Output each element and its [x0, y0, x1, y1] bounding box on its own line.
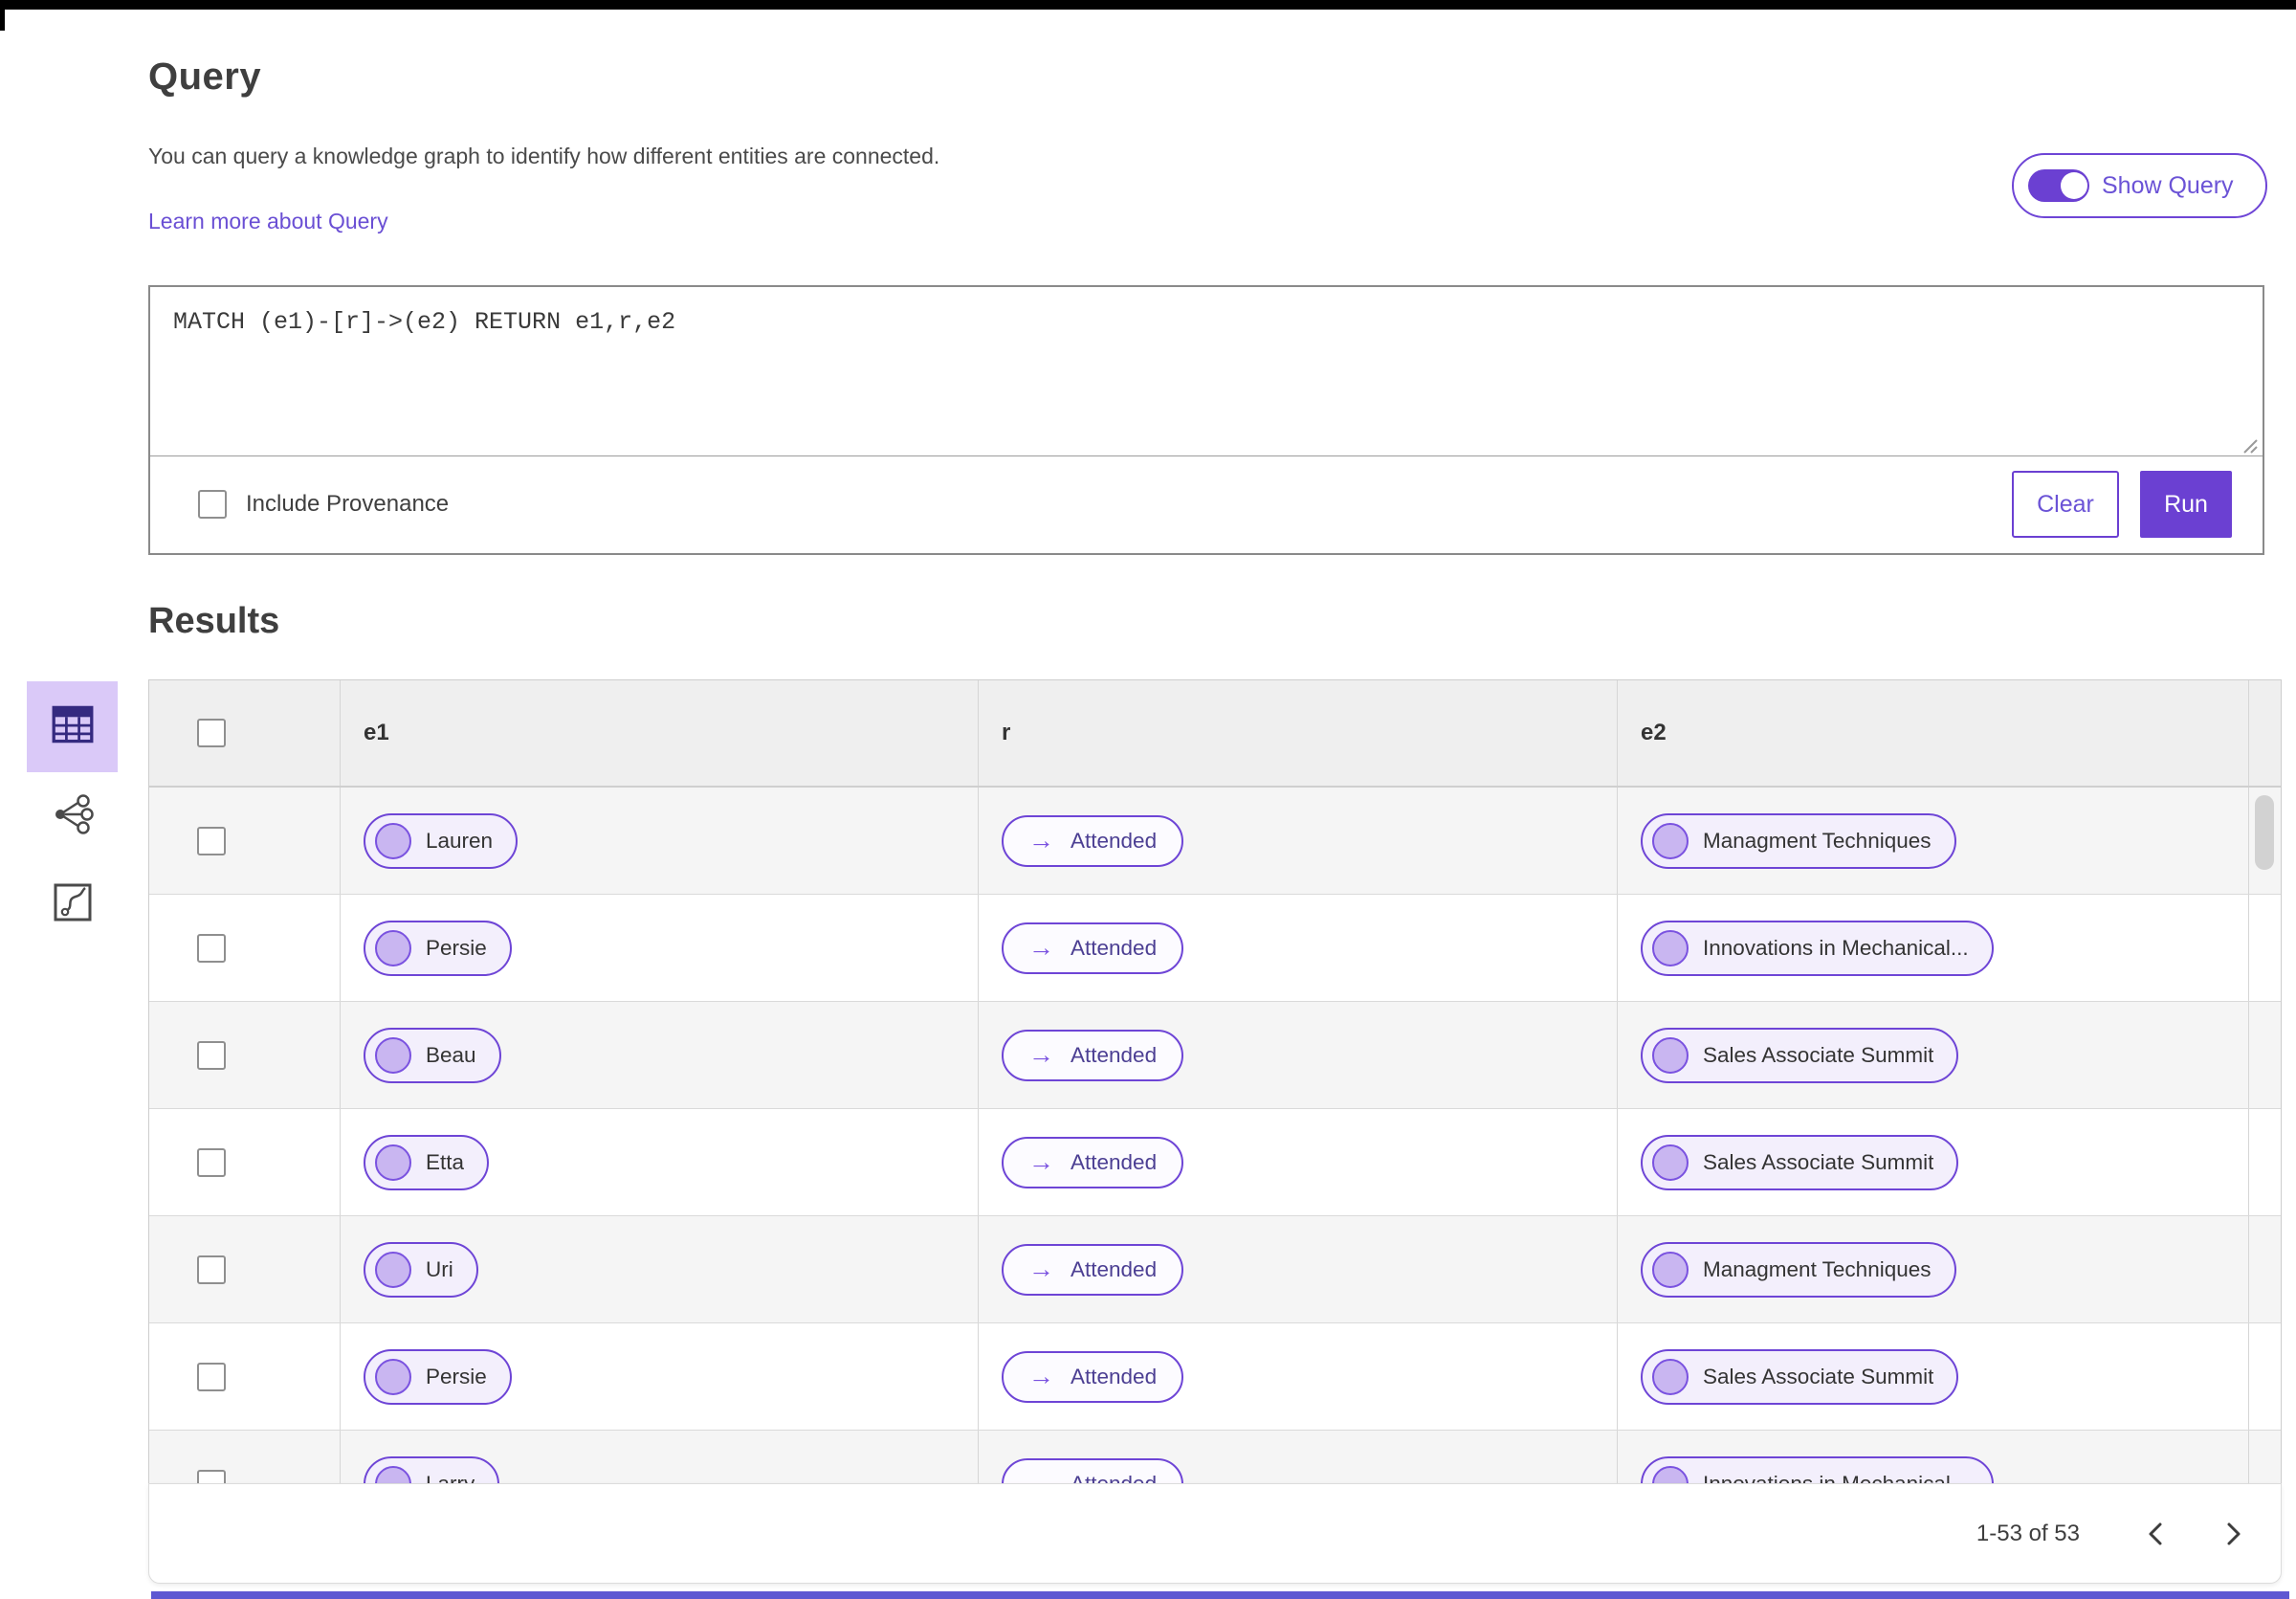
relation-pill[interactable]: → Attended — [1002, 1136, 1184, 1188]
entity-node-icon — [375, 822, 411, 859]
entity-pill-e1[interactable]: Uri — [364, 1241, 478, 1298]
graph-view-button[interactable] — [27, 772, 118, 860]
path-map-icon — [53, 882, 93, 927]
table-icon — [52, 705, 94, 748]
entity-pill-e2[interactable]: Managment Techniques — [1641, 812, 1956, 869]
relation-pill[interactable]: → Attended — [1002, 1457, 1184, 1484]
table-row: Etta → Attended Sales Associate Summit — [149, 1109, 2281, 1216]
results-title: Results — [148, 601, 280, 641]
entity-node-icon — [1652, 1465, 1689, 1483]
entity-pill-e2[interactable]: Innovations in Mechanical... — [1641, 1455, 1994, 1483]
relation-pill[interactable]: → Attended — [1002, 1350, 1184, 1403]
entity-pill-e1[interactable]: Persie — [364, 920, 512, 976]
table-row: Beau → Attended Sales Associate Summit — [149, 1002, 2281, 1109]
table-row: Larry → Attended Innovations in Mechanic… — [149, 1431, 2281, 1483]
query-panel: MATCH (e1)-[r]->(e2) RETURN e1,r,e2 Incl… — [148, 285, 2264, 555]
query-panel-footer: Include Provenance Clear Run — [150, 456, 2263, 552]
table-row: Persie → Attended Innovations in Mechani… — [149, 895, 2281, 1002]
resize-handle-icon[interactable] — [2241, 433, 2258, 454]
entity-pill-e2[interactable]: Sales Associate Summit — [1641, 1134, 1959, 1190]
relation-pill[interactable]: → Attended — [1002, 814, 1184, 867]
learn-more-link[interactable]: Learn more about Query — [148, 209, 388, 234]
path-view-button[interactable] — [27, 860, 118, 948]
entity-pill-e1[interactable]: Lauren — [364, 812, 519, 869]
entity-node-icon — [375, 1144, 411, 1181]
include-provenance-option[interactable]: Include Provenance — [198, 490, 449, 519]
show-query-label: Show Query — [2102, 171, 2234, 199]
entity-pill-e2[interactable]: Sales Associate Summit — [1641, 1027, 1959, 1083]
table-row: Lauren → Attended Managment Techniques — [149, 788, 2281, 895]
relation-pill[interactable]: → Attended — [1002, 922, 1184, 974]
query-page: Query You can query a knowledge graph to… — [0, 0, 2296, 1599]
row-checkbox[interactable] — [197, 933, 226, 963]
column-header-r[interactable]: r — [979, 680, 1618, 786]
row-checkbox[interactable] — [197, 1255, 226, 1284]
entity-pill-e2[interactable]: Innovations in Mechanical... — [1641, 920, 1994, 976]
top-black-bar — [0, 0, 2296, 10]
arrow-right-icon: → — [1028, 1469, 1054, 1484]
pagination-bar: 1-53 of 53 — [148, 1483, 2282, 1584]
vertical-scrollbar-thumb[interactable] — [2255, 795, 2274, 870]
arrow-right-icon: → — [1028, 1255, 1054, 1283]
column-header-e2[interactable]: e2 — [1618, 680, 2249, 786]
entity-pill-e1[interactable]: Etta — [364, 1134, 490, 1190]
table-view-button[interactable] — [27, 681, 118, 772]
arrow-right-icon: → — [1028, 1147, 1054, 1176]
arrow-right-icon: → — [1028, 1040, 1054, 1069]
entity-node-icon — [375, 1358, 411, 1395]
bottom-accent-strip — [151, 1591, 2289, 1599]
relation-pill[interactable]: → Attended — [1002, 1243, 1184, 1296]
table-row: Uri → Attended Managment Techniques — [149, 1216, 2281, 1323]
left-black-notch — [0, 0, 5, 31]
entity-pill-e1[interactable]: Beau — [364, 1027, 501, 1083]
query-editor[interactable]: MATCH (e1)-[r]->(e2) RETURN e1,r,e2 — [150, 287, 2263, 456]
table-body: Lauren → Attended Managment Techniques P… — [149, 788, 2281, 1483]
results-table: e1 r e2 Lauren → Attended Managment Tech… — [148, 679, 2282, 1483]
arrow-right-icon: → — [1028, 1362, 1054, 1390]
entity-node-icon — [375, 1465, 411, 1483]
page-title: Query — [148, 56, 262, 98]
entity-node-icon — [1652, 822, 1689, 859]
entity-node-icon — [1652, 929, 1689, 966]
entity-node-icon — [1652, 1036, 1689, 1074]
row-checkbox[interactable] — [197, 1362, 226, 1391]
entity-node-icon — [375, 1036, 411, 1074]
page-description: You can query a knowledge graph to ident… — [148, 144, 940, 168]
entity-node-icon — [1652, 1358, 1689, 1395]
previous-page-button[interactable] — [2135, 1514, 2175, 1554]
entity-pill-e2[interactable]: Managment Techniques — [1641, 1241, 1956, 1298]
entity-node-icon — [375, 1251, 411, 1288]
run-button[interactable]: Run — [2140, 471, 2232, 538]
arrow-right-icon: → — [1028, 933, 1054, 962]
include-provenance-checkbox[interactable] — [198, 490, 227, 519]
entity-pill-e1[interactable]: Larry — [364, 1455, 500, 1483]
relation-pill[interactable]: → Attended — [1002, 1029, 1184, 1081]
entity-node-icon — [1652, 1144, 1689, 1181]
entity-pill-e1[interactable]: Persie — [364, 1348, 512, 1405]
query-text: MATCH (e1)-[r]->(e2) RETURN e1,r,e2 — [173, 308, 676, 336]
entity-node-icon — [1652, 1251, 1689, 1288]
clear-button[interactable]: Clear — [2012, 471, 2119, 538]
entity-node-icon — [375, 929, 411, 966]
select-all-checkbox[interactable] — [197, 719, 226, 747]
row-checkbox[interactable] — [197, 1147, 226, 1177]
pagination-range-label: 1-53 of 53 — [1976, 1520, 2080, 1546]
row-checkbox[interactable] — [197, 826, 226, 855]
toggle-on-icon[interactable] — [2028, 169, 2089, 202]
table-header-row: e1 r e2 — [149, 680, 2281, 788]
show-query-toggle-button[interactable]: Show Query — [2012, 153, 2267, 218]
column-header-e1[interactable]: e1 — [341, 680, 979, 786]
next-page-button[interactable] — [2214, 1514, 2254, 1554]
include-provenance-label: Include Provenance — [246, 491, 450, 517]
entity-pill-e2[interactable]: Sales Associate Summit — [1641, 1348, 1959, 1405]
row-checkbox[interactable] — [197, 1040, 226, 1070]
network-graph-icon — [51, 792, 95, 841]
results-view-switcher — [27, 681, 118, 948]
arrow-right-icon: → — [1028, 826, 1054, 855]
row-checkbox[interactable] — [197, 1469, 226, 1483]
table-row: Persie → Attended Sales Associate Summit — [149, 1323, 2281, 1431]
